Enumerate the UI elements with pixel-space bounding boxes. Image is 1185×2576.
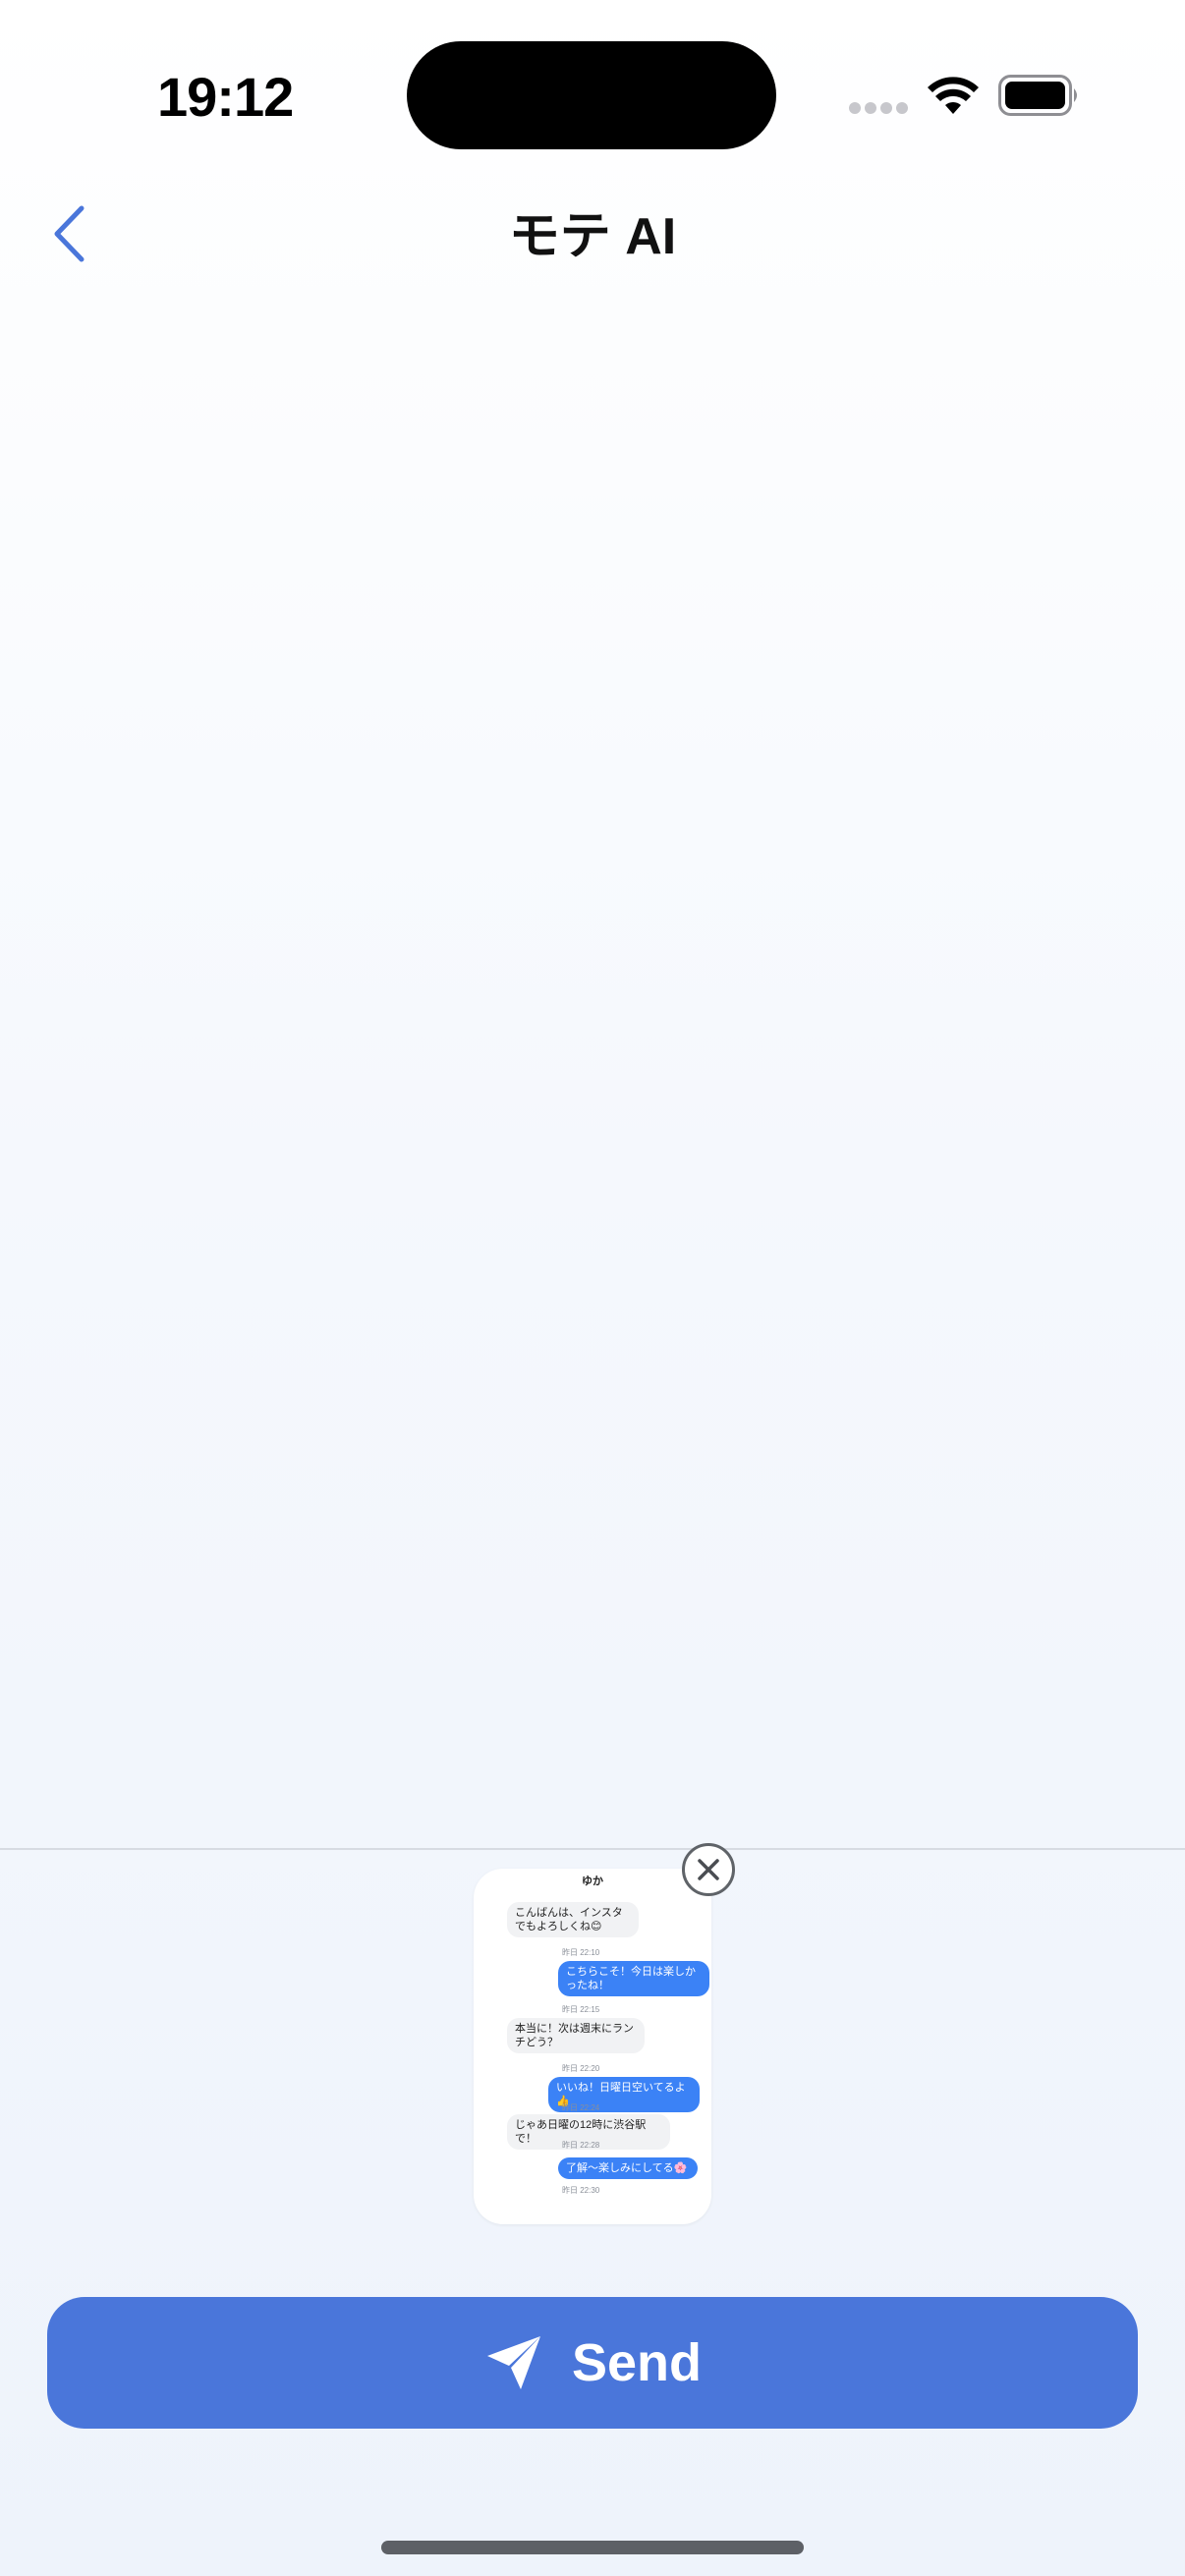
battery-icon xyxy=(998,75,1077,116)
remove-attachment-button[interactable] xyxy=(682,1843,735,1896)
dynamic-island xyxy=(407,41,776,149)
thumbnail-timestamp: 昨日 22:20 xyxy=(562,2064,600,2073)
status-time: 19:12 xyxy=(157,66,294,128)
thumbnail-message-bubble: こちらこそ！今日は楽しかったね！ xyxy=(558,1961,709,1996)
thumbnail-timestamp: 昨日 22:10 xyxy=(562,1948,600,1957)
composer-divider xyxy=(0,1848,1185,1850)
cellular-signal-icon xyxy=(849,102,908,116)
home-indicator xyxy=(381,2541,804,2554)
wifi-icon xyxy=(928,77,979,114)
thumbnail-contact-name: ゆか xyxy=(582,1876,603,1887)
send-button-label: Send xyxy=(571,2333,703,2392)
page-title: モテ AI xyxy=(508,208,677,265)
close-icon xyxy=(698,1859,719,1880)
attached-image-preview[interactable]: ゆか こんばんは、インスタでもよろしくね😊 昨日 22:10 こちらこそ！今日は… xyxy=(474,1869,711,2224)
thumbnail-timestamp: 昨日 22:15 xyxy=(562,2005,600,2014)
send-button[interactable]: Send xyxy=(47,2297,1138,2429)
thumbnail-timestamp: 昨日 22:30 xyxy=(562,2186,600,2195)
thumbnail-timestamp: 昨日 22:24 xyxy=(562,2103,600,2112)
thumbnail-message-bubble: 了解〜楽しみにしてる🌸 xyxy=(558,2157,698,2179)
thumbnail-message-bubble: 本当に！次は週末にランチどう？ xyxy=(507,2018,645,2053)
thumbnail-timestamp: 昨日 22:28 xyxy=(562,2141,600,2150)
paper-plane-icon xyxy=(486,2336,540,2389)
thumbnail-message-bubble: こんばんは、インスタでもよろしくね😊 xyxy=(507,1902,639,1937)
